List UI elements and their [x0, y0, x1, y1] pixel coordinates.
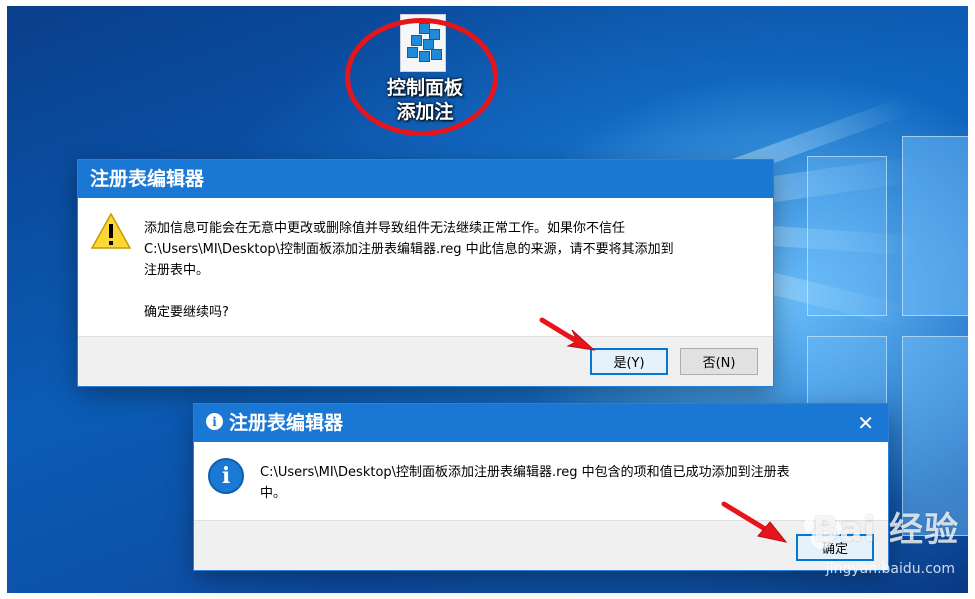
- dialog-content: 添加信息可能会在无意中更改或删除值并导致组件无法继续正常工作。如果你不信任 C:…: [78, 198, 773, 336]
- message-line: C:\Users\MI\Desktop\控制面板添加注册表编辑器.reg 中此信…: [144, 242, 674, 257]
- message-line: 添加信息可能会在无意中更改或删除值并导致组件无法继续正常工作。如果你不信任: [144, 221, 626, 236]
- close-button[interactable]: ✕: [857, 404, 874, 442]
- warning-message: 添加信息可能会在无意中更改或删除值并导致组件无法继续正常工作。如果你不信任 C:…: [144, 218, 764, 323]
- highlight-circle: [345, 18, 498, 136]
- dialog-footer: 是(Y) 否(N): [78, 336, 773, 386]
- confirm-dialog: 注册表编辑器 添加信息可能会在无意中更改或删除值并导致组件无法继续正常工作。如果…: [78, 160, 773, 386]
- question-text: 确定要继续吗?: [144, 305, 229, 320]
- watermark-brand: Bai 经验: [812, 510, 959, 550]
- red-arrow-icon: [539, 317, 596, 351]
- dialog-titlebar: i 注册表编辑器 ✕: [194, 404, 888, 442]
- info-icon: i: [208, 458, 244, 494]
- message-line: C:\Users\MI\Desktop\控制面板添加注册表编辑器.reg 中包含…: [260, 465, 790, 480]
- yes-button[interactable]: 是(Y): [590, 348, 668, 375]
- info-icon: i: [206, 413, 223, 430]
- no-button[interactable]: 否(N): [680, 348, 758, 375]
- message-line: 注册表中。: [144, 263, 210, 278]
- red-arrow-icon: [721, 501, 788, 543]
- watermark-url: jingyan.baidu.com: [825, 561, 955, 577]
- warning-icon: [90, 212, 132, 249]
- dialog-title: 注册表编辑器: [229, 412, 344, 434]
- wallpaper-pane: [807, 156, 887, 316]
- wallpaper-pane: [902, 136, 968, 316]
- dialog-title: 注册表编辑器: [78, 160, 773, 198]
- success-message: C:\Users\MI\Desktop\控制面板添加注册表编辑器.reg 中包含…: [260, 462, 880, 504]
